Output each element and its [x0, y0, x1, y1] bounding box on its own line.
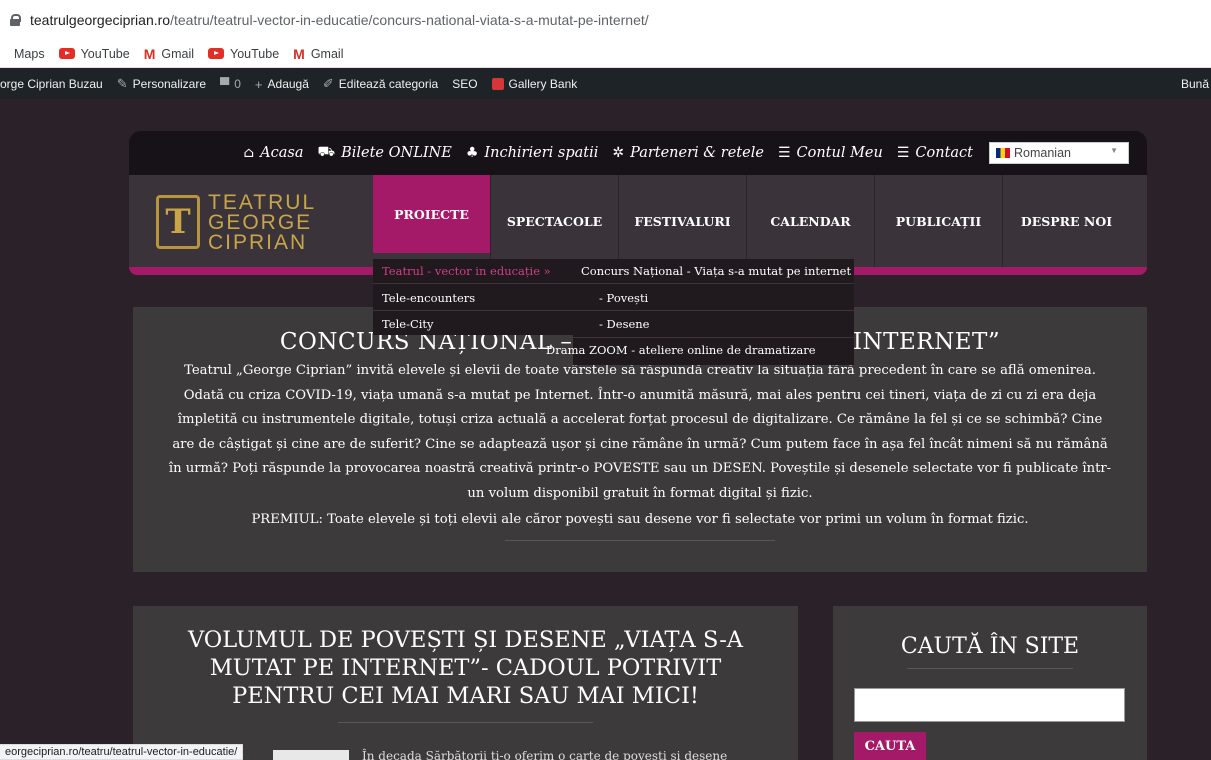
sitemap-icon: ♣	[465, 145, 479, 161]
bookmark-youtube[interactable]: YouTube	[58, 47, 130, 61]
article-prize: PREMIUL: Toate elevele și toți elevii al…	[251, 512, 1029, 527]
chevron-down-icon: ▼	[1110, 146, 1118, 155]
divider-ornament	[907, 668, 1073, 669]
bookmarks-bar: Maps YouTube M Gmail YouTube M Gmail	[0, 40, 1211, 68]
menu-festivaluri[interactable]: FESTIVALURI	[618, 175, 746, 267]
cart-icon: ⛟	[317, 144, 336, 160]
dropdown-item-tele-city[interactable]: Tele-City	[382, 317, 434, 331]
admin-comments[interactable]: ▀ 0	[220, 77, 241, 92]
dropdown-level-2: Concurs Național - Viața s-a mutat pe in…	[546, 259, 854, 365]
dropdown-item-tele-encounters[interactable]: Tele-encounters	[382, 291, 475, 305]
post-panel: VOLUMUL DE POVEȘTI ȘI DESENE „VIAȚA S-A …	[133, 606, 798, 760]
dropdown-item-vector-educatie[interactable]: Teatrul - vector in educație »	[382, 264, 551, 278]
post-excerpt: În decada Sărbătorii ți-o oferim o carte…	[362, 749, 728, 760]
post-title[interactable]: VOLUMUL DE POVEȘTI ȘI DESENE „VIAȚA S-A …	[163, 626, 768, 710]
admin-add-new[interactable]: + Adaugă	[255, 77, 309, 92]
nav-rentals[interactable]: ♣ Inchirieri spatii	[466, 145, 599, 161]
dropdown-divider	[573, 310, 854, 311]
logo-text: TEATRUL GEORGE CIPRIAN	[208, 191, 317, 254]
plus-icon: +	[254, 76, 263, 92]
gmail-icon: M	[143, 45, 156, 62]
url-host: teatrulgeorgeciprian.ro	[30, 12, 171, 28]
search-input[interactable]	[854, 688, 1125, 722]
url-path: /teatru/teatrul-vector-in-educatie/concu…	[170, 12, 649, 28]
nav-tickets[interactable]: ⛟ Bilete ONLINE	[317, 144, 451, 162]
youtube-icon	[208, 48, 225, 59]
admin-edit-category[interactable]: ✐ Editează categoria	[323, 76, 438, 92]
article-body: Teatrul „George Ciprian” invită elevele …	[168, 363, 1112, 501]
wp-admin-bar: orge Ciprian Buzau ✎ Personalizare ▀ 0 + Ad…	[0, 69, 1211, 99]
romania-flag-icon	[996, 148, 1010, 158]
site-logo[interactable]: T TEATRUL GEORGE CIPRIAN	[156, 191, 346, 255]
nav-account[interactable]: ☰ Contul Meu	[778, 145, 883, 161]
logo-emblem: T	[156, 195, 200, 249]
link-status-bar: eorgeciprian.ro/teatru/teatrul-vector-in…	[0, 744, 244, 760]
search-widget: CAUTĂ ÎN SITE CAUTA	[833, 606, 1147, 760]
menu-calendar[interactable]: CALENDAR	[746, 175, 874, 267]
divider-ornament	[505, 540, 775, 541]
gift-icon: ✲	[612, 145, 625, 161]
address-bar[interactable]: teatrulgeorgeciprian.ro/teatru/teatrul-v…	[0, 0, 1211, 40]
bookmark-maps[interactable]: Maps	[14, 47, 45, 61]
admin-gallery-bank[interactable]: Gallery Bank	[491, 77, 577, 91]
menu-publicatii[interactable]: PUBLICAȚII	[874, 175, 1002, 267]
brush-icon: ✎	[116, 76, 128, 91]
divider-ornament	[338, 722, 593, 723]
post-thumbnail[interactable]	[273, 750, 349, 760]
nav-home[interactable]: ⌂ Acasa	[243, 145, 303, 161]
pencil-icon: ✐	[322, 76, 334, 91]
dropdown-item-concurs-national[interactable]: Concurs Național - Viața s-a mutat pe in…	[581, 264, 851, 278]
nav-partners[interactable]: ✲ Parteneri & retele	[612, 145, 764, 161]
dropdown-divider	[573, 283, 854, 284]
menu-spectacole[interactable]: SPECTACOLE	[490, 175, 618, 267]
admin-greeting[interactable]: Bună	[1181, 69, 1211, 99]
dropdown-item-drama-zoom[interactable]: Drama ZOOM - ateliere online de dramatiz…	[546, 343, 816, 357]
bookmark-gmail-2[interactable]: M Gmail	[293, 46, 343, 62]
menu-proiecte[interactable]: PROIECTE	[373, 175, 490, 253]
dropdown-divider	[373, 310, 573, 311]
dropdown-item-povesti[interactable]: - Povești	[599, 291, 648, 305]
dropdown-level-1: Teatrul - vector in educație » Tele-enco…	[373, 259, 573, 335]
list-icon: ☰	[896, 145, 910, 161]
search-widget-title: CAUTĂ ÎN SITE	[900, 634, 1080, 659]
gmail-icon: M	[293, 45, 305, 62]
main-navigation: T TEATRUL GEORGE CIPRIAN PROIECTE SPECTA…	[129, 175, 1147, 267]
admin-site-name[interactable]: orge Ciprian Buzau	[0, 77, 103, 91]
list-icon: ☰	[777, 145, 791, 161]
dropdown-divider	[573, 337, 854, 338]
home-icon: ⌂	[243, 145, 255, 161]
menu-despre-noi[interactable]: DESPRE NOI	[1002, 175, 1130, 267]
bookmark-gmail[interactable]: M Gmail	[144, 46, 194, 62]
dropdown-item-desene[interactable]: - Desene	[599, 317, 650, 331]
bookmark-youtube-2[interactable]: YouTube	[208, 47, 279, 61]
admin-seo[interactable]: SEO	[452, 77, 477, 91]
nav-contact[interactable]: ☰ Contact	[897, 145, 973, 161]
site-body: ⌂ Acasa ⛟ Bilete ONLINE ♣ Inchirieri spatii…	[0, 99, 1211, 760]
comment-icon: ▀	[220, 76, 230, 92]
top-navigation: ⌂ Acasa ⛟ Bilete ONLINE ♣ Inchirieri spatii…	[129, 131, 1147, 175]
lock-icon	[10, 14, 21, 26]
youtube-icon	[58, 48, 75, 59]
admin-personalize[interactable]: ✎ Personalizare	[117, 76, 206, 92]
language-select[interactable]: Romanian ▼	[989, 142, 1129, 164]
gallery-bank-icon	[491, 78, 504, 90]
projects-dropdown: Teatrul - vector in educație » Tele-enco…	[373, 259, 854, 365]
main-menu: PROIECTE SPECTACOLE FESTIVALURI CALENDAR…	[373, 175, 1130, 267]
search-button[interactable]: CAUTA	[854, 732, 926, 760]
dropdown-divider	[373, 283, 573, 284]
